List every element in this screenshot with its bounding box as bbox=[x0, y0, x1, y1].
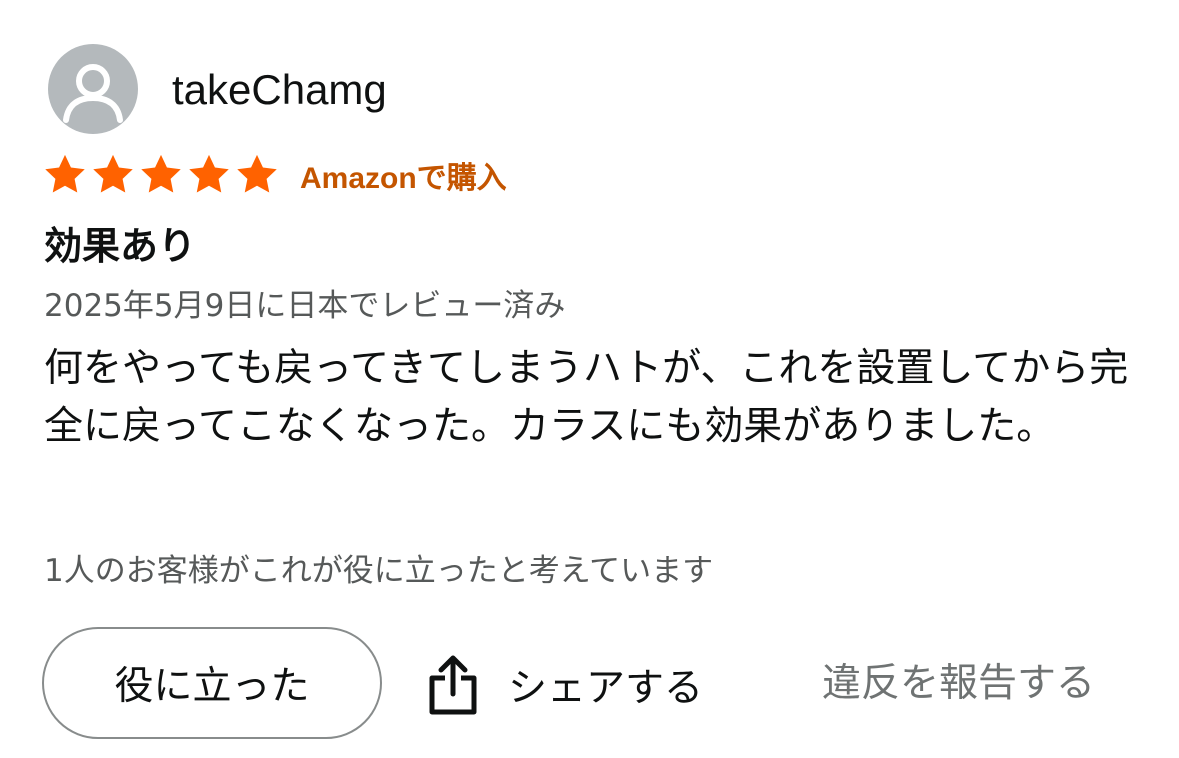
helpful-count: 1人のお客様がこれが役に立ったと考えています bbox=[44, 553, 714, 589]
star-rating bbox=[42, 152, 280, 198]
verified-purchase-badge: Amazonで購入 bbox=[300, 162, 507, 195]
report-abuse-link[interactable]: 違反を報告する bbox=[822, 655, 1095, 713]
person-icon bbox=[63, 64, 123, 123]
reviewer-name[interactable]: takeChamg bbox=[172, 62, 387, 118]
rating-row: Amazonで購入 bbox=[42, 150, 507, 200]
review-body: 何をやっても戻ってきてしまうハトが、これを設置してから完全に戻ってこなくなった。… bbox=[44, 346, 1129, 449]
star-icon bbox=[186, 152, 232, 198]
review-title: 効果あり bbox=[44, 224, 197, 268]
star-icon bbox=[138, 152, 184, 198]
star-icon bbox=[90, 152, 136, 198]
review-date: 2025年5月9日に日本でレビュー済み bbox=[44, 288, 566, 324]
helpful-button[interactable]: 役に立った bbox=[42, 627, 382, 739]
share-label: シェアする bbox=[508, 666, 704, 711]
star-icon bbox=[42, 152, 88, 198]
share-button[interactable]: シェアする bbox=[428, 650, 703, 720]
avatar bbox=[48, 44, 138, 134]
star-icon bbox=[234, 152, 280, 198]
share-icon bbox=[428, 654, 478, 716]
